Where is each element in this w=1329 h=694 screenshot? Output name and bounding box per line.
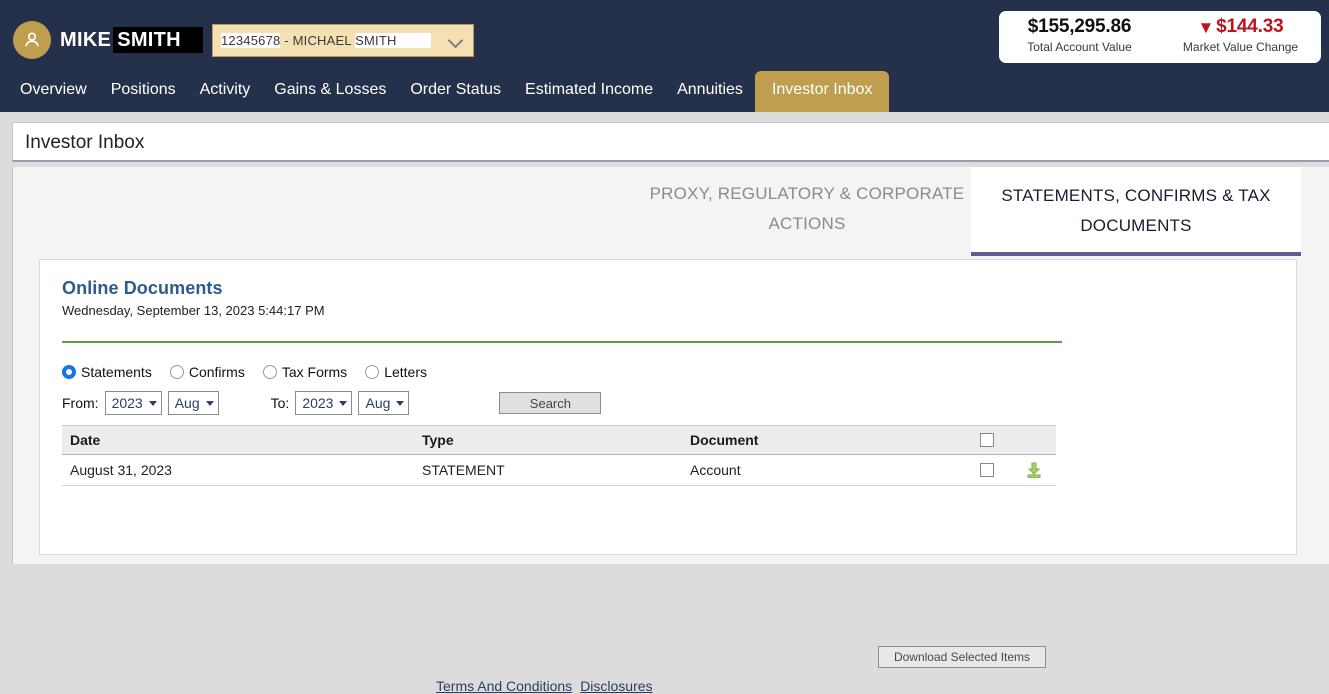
account-owner-last: SMITH	[355, 33, 431, 48]
total-account-value-amount: $155,295.86	[1027, 16, 1132, 37]
account-value-summary: $155,295.86 Total Account Value ▼ $144.33…	[999, 11, 1321, 63]
from-label: From:	[62, 395, 99, 411]
to-label: To:	[270, 395, 290, 411]
to-year-select[interactable]: 2023	[295, 391, 353, 415]
radio-letters[interactable]: Letters	[365, 364, 427, 380]
content-panel: PROXY, REGULATORY & CORPORATE ACTIONS ST…	[12, 166, 1329, 694]
section-divider	[62, 341, 1062, 343]
total-account-value-label: Total Account Value	[1027, 40, 1132, 54]
from-month-value: Aug	[174, 395, 200, 411]
table-row: August 31, 2023 STATEMENT Account	[62, 455, 1056, 486]
user-first-name: MIKE	[60, 29, 112, 51]
radio-statements[interactable]: Statements	[62, 364, 152, 380]
select-all-checkbox-cell[interactable]	[962, 433, 1012, 447]
row-download-cell[interactable]	[1012, 461, 1056, 479]
nav-item-order-status[interactable]: Order Status	[398, 82, 513, 112]
radio-tax-forms-control[interactable]	[262, 365, 277, 379]
person-icon	[22, 30, 42, 50]
account-selector-value: 12345678 - MICHAEL SMITH	[213, 33, 431, 48]
online-documents-heading: Online Documents	[62, 278, 223, 298]
select-all-checkbox[interactable]	[980, 433, 994, 447]
account-separator: -	[280, 33, 293, 48]
cell-document: Account	[690, 462, 741, 478]
chevron-down-icon[interactable]	[450, 34, 463, 47]
tab-statements-confirms-tax-documents[interactable]: STATEMENTS, CONFIRMS & TAX DOCUMENTS	[971, 167, 1301, 256]
chevron-down-icon	[339, 400, 348, 406]
date-range-filters: From: 2023 Aug To: 2023 Aug Search	[62, 391, 1296, 415]
nav-item-positions[interactable]: Positions	[99, 82, 188, 112]
arrow-down-icon: ▼	[1197, 18, 1215, 37]
market-value-change-amount: ▼ $144.33	[1160, 16, 1321, 38]
page-title: Investor Inbox	[25, 132, 145, 153]
total-account-value: $155,295.86 Total Account Value	[999, 11, 1160, 63]
nav-item-overview[interactable]: Overview	[8, 82, 99, 112]
documents-table: Date Type Document August 31, 2023 STATE…	[62, 425, 1056, 486]
nav-item-annuities[interactable]: Annuities	[665, 82, 755, 112]
column-header-type: Type	[422, 432, 454, 448]
cell-date: August 31, 2023	[70, 462, 172, 478]
page-bottom-strip	[0, 564, 1329, 596]
tab-proxy-regulatory-corporate-actions[interactable]: PROXY, REGULATORY & CORPORATE ACTIONS	[649, 179, 965, 239]
radio-confirms[interactable]: Confirms	[169, 364, 245, 380]
column-header-date: Date	[70, 432, 101, 448]
chevron-down-icon	[148, 400, 157, 406]
chevron-down-icon	[396, 400, 405, 406]
main-navigation: Overview Positions Activity Gains & Loss…	[0, 66, 1329, 112]
app-header: MIKE SMITH 12345678 - MICHAEL SMITH $155,…	[0, 0, 1329, 66]
market-value-change-label: Market Value Change	[1182, 40, 1299, 54]
radio-statements-label: Statements	[81, 364, 152, 380]
row-checkbox-cell[interactable]	[962, 463, 1012, 477]
download-selected-items-button[interactable]: Download Selected Items	[878, 646, 1046, 668]
nav-item-investor-inbox[interactable]: Investor Inbox	[754, 71, 890, 112]
disclosures-link[interactable]: Disclosures	[580, 678, 652, 694]
radio-tax-forms[interactable]: Tax Forms	[262, 364, 348, 380]
chevron-down-icon	[205, 400, 214, 406]
market-value-change: ▼ $144.33 Market Value Change	[1160, 11, 1321, 63]
account-number: 12345678	[221, 33, 281, 48]
footer-links: Terms And Conditions Disclosures	[436, 678, 661, 694]
nav-item-activity[interactable]: Activity	[188, 82, 263, 112]
from-year-select[interactable]: 2023	[104, 391, 162, 415]
row-checkbox[interactable]	[980, 463, 994, 477]
online-documents-card: Online Documents Wednesday, September 13…	[39, 259, 1297, 694]
from-year-value: 2023	[111, 395, 143, 411]
radio-statements-control[interactable]	[62, 365, 76, 379]
radio-letters-label: Letters	[384, 364, 427, 380]
current-timestamp: Wednesday, September 13, 2023 5:44:17 PM	[62, 303, 325, 318]
to-year-value: 2023	[302, 395, 334, 411]
terms-and-conditions-link[interactable]: Terms And Conditions	[436, 678, 572, 694]
account-owner-first: MICHAEL	[292, 33, 352, 48]
to-month-select[interactable]: Aug	[358, 391, 410, 415]
nav-item-estimated-income[interactable]: Estimated Income	[513, 82, 665, 112]
document-type-radio-group: Statements Confirms Tax Forms Letters	[62, 364, 1296, 380]
radio-confirms-label: Confirms	[188, 364, 245, 380]
radio-confirms-control[interactable]	[169, 365, 184, 379]
avatar	[13, 21, 51, 59]
market-value-change-value: $144.33	[1216, 16, 1284, 37]
search-button[interactable]: Search	[499, 392, 602, 414]
account-selector[interactable]: 12345678 - MICHAEL SMITH	[212, 24, 474, 57]
download-icon[interactable]	[1025, 461, 1043, 479]
radio-tax-forms-label: Tax Forms	[281, 364, 348, 380]
nav-item-gains-losses[interactable]: Gains & Losses	[262, 82, 398, 112]
to-month-value: Aug	[365, 395, 391, 411]
cell-type: STATEMENT	[422, 462, 505, 478]
document-tabs: PROXY, REGULATORY & CORPORATE ACTIONS ST…	[13, 167, 1329, 257]
user-last-name-redacted: SMITH	[113, 27, 203, 53]
radio-letters-control[interactable]	[365, 365, 380, 379]
user-name: MIKE SMITH	[60, 27, 203, 53]
table-header-row: Date Type Document	[62, 425, 1056, 455]
column-header-document: Document	[690, 432, 759, 448]
page-title-bar: Investor Inbox	[12, 122, 1329, 162]
from-month-select[interactable]: Aug	[167, 391, 219, 415]
